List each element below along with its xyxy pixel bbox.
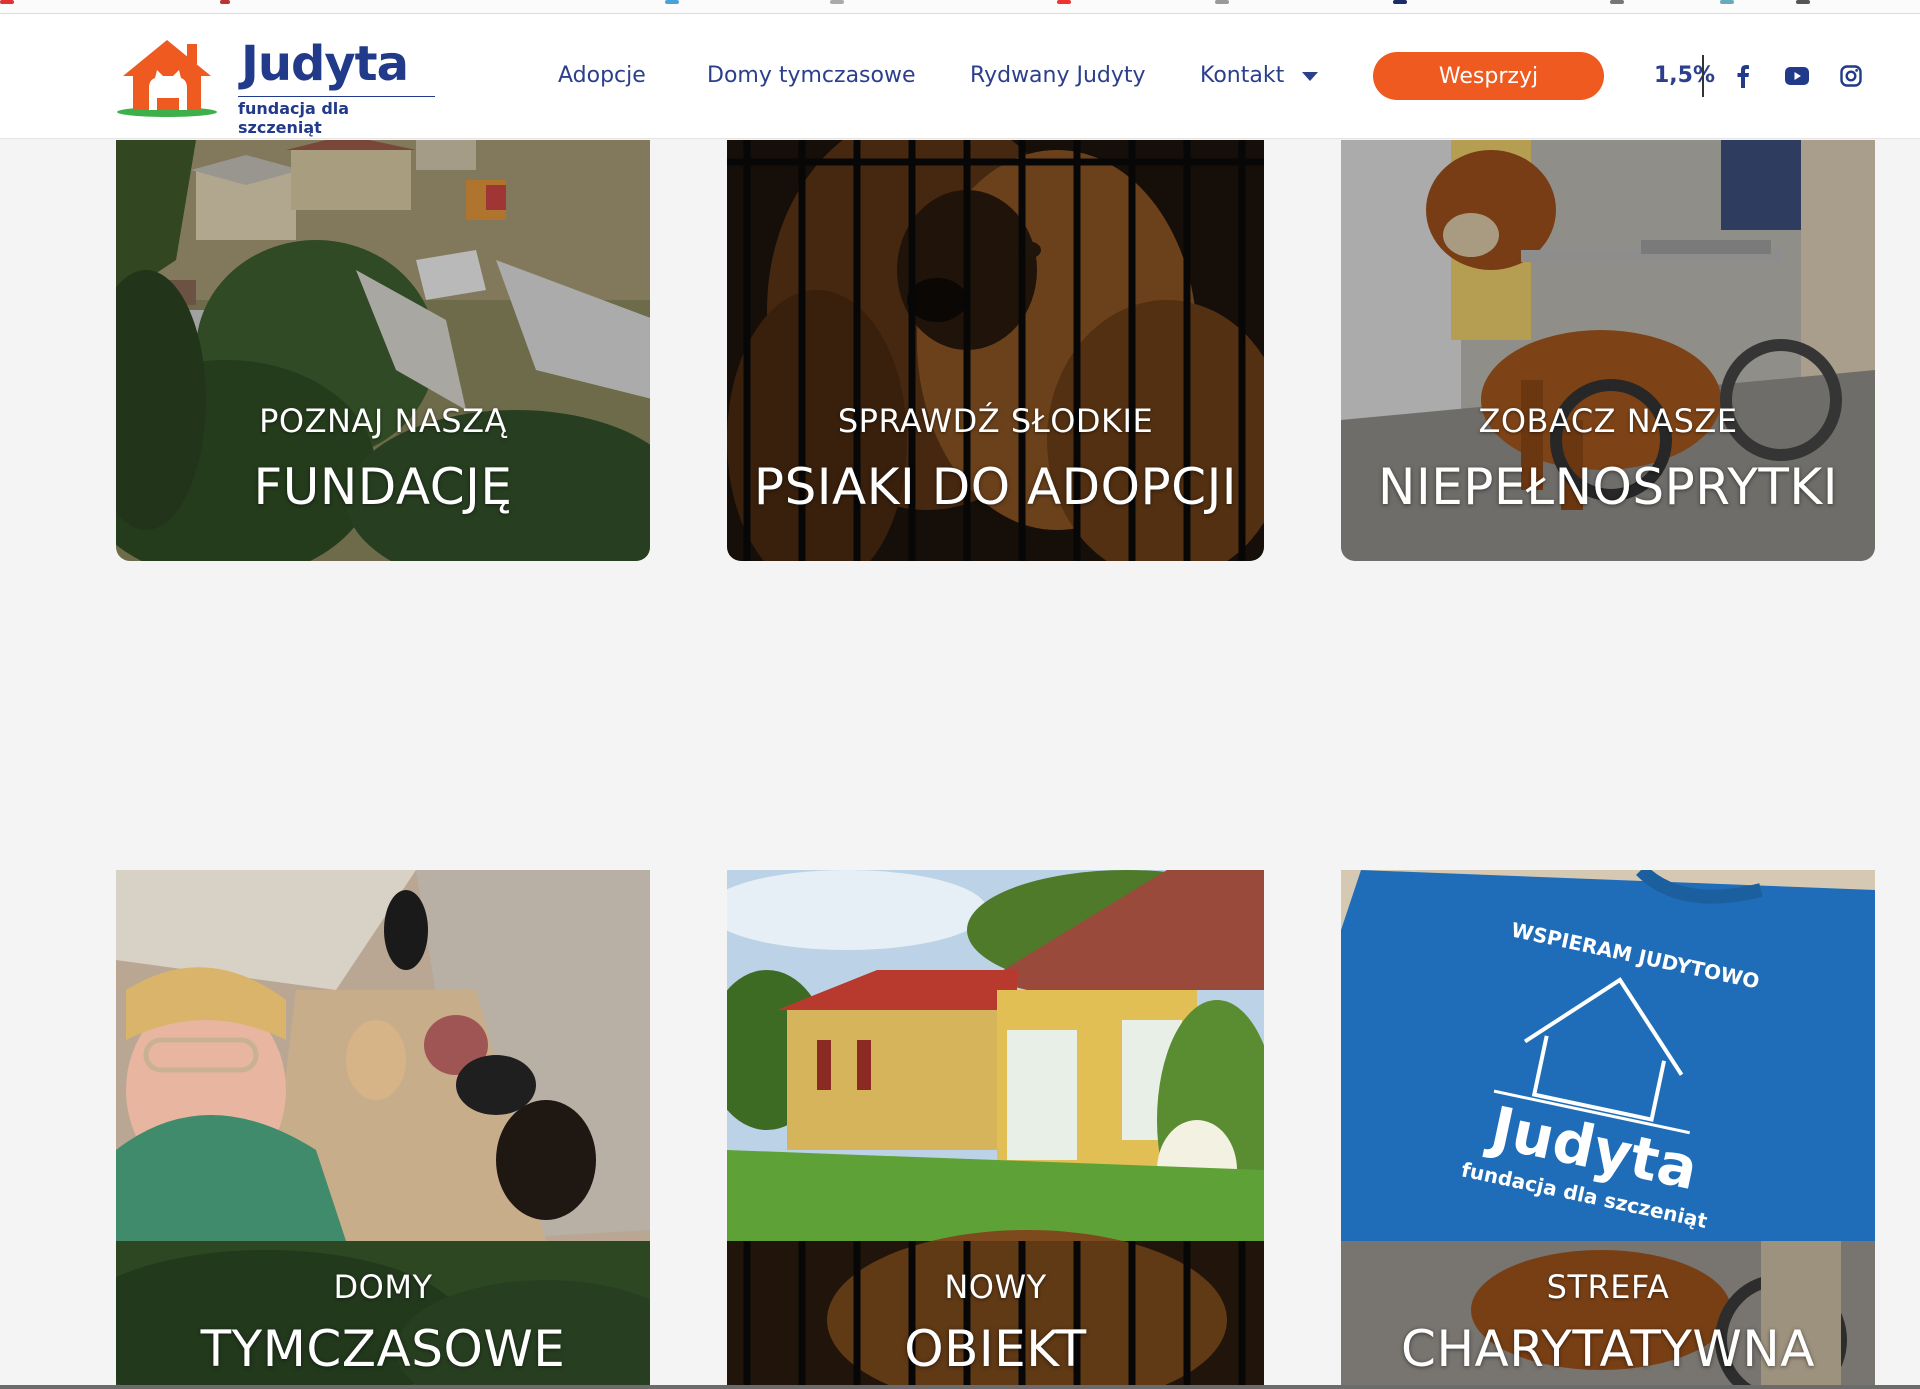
tile-big-label: TYMCZASOWE	[200, 1320, 566, 1378]
tab-indicator	[0, 0, 14, 4]
tile-big-label: OBIEKT	[904, 1320, 1087, 1378]
tile-small-label: POZNAJ NASZĄ	[259, 402, 507, 440]
site-header: Judyta fundacja dla szczeniąt Adopcje Do…	[0, 14, 1920, 139]
support-button[interactable]: Wesprzyj	[1373, 52, 1604, 100]
tile-small-label: NOWY	[944, 1268, 1047, 1306]
bookmark-icon[interactable]	[1215, 0, 1229, 4]
text-cursor	[1702, 55, 1704, 97]
bookmark-icon[interactable]	[1057, 0, 1071, 4]
tile-small-label: ZOBACZ NASZE	[1478, 402, 1738, 440]
chevron-down-icon[interactable]	[1302, 72, 1318, 81]
tile-nowy-obiekt[interactable]: NOWY OBIEKT	[727, 870, 1264, 1389]
tile-strefa-charytatywna[interactable]: WSPIERAM JUDYTOWO Judyta fundacja dla sz…	[1341, 870, 1875, 1389]
tile-small-label: DOMY	[333, 1268, 433, 1306]
logo-house-icon	[117, 40, 217, 117]
tile-big-label: PSIAKI DO ADOPCJI	[753, 458, 1238, 516]
bookmark-icon[interactable]	[1720, 0, 1734, 4]
logo-title: Judyta	[241, 36, 409, 92]
tile-big-label: CHARYTATYWNA	[1401, 1320, 1815, 1378]
bookmark-icon[interactable]	[220, 0, 230, 4]
youtube-icon[interactable]	[1783, 62, 1811, 90]
tile-big-label: NIEPEŁNOSPRYTKI	[1378, 458, 1838, 516]
nav-rydwany-judyty[interactable]: Rydwany Judyty	[970, 63, 1146, 88]
percent-tax-link[interactable]: 1,5%	[1654, 63, 1715, 88]
bookmark-icon[interactable]	[1796, 0, 1810, 4]
tile-big-label: FUNDACJĘ	[253, 458, 513, 516]
bookmark-icon[interactable]	[1610, 0, 1624, 4]
tile-niepelnosprytki[interactable]: ZOBACZ NASZE NIEPEŁNOSPRYTKI	[1341, 140, 1875, 561]
facebook-icon[interactable]	[1729, 62, 1757, 90]
tile-psiaki-do-adopcji[interactable]: SPRAWDŹ SŁODKIE PSIAKI DO ADOPCJI	[727, 140, 1264, 561]
browser-toolbar-strip	[0, 0, 1920, 14]
site-logo[interactable]: Judyta fundacja dla szczeniąt	[115, 34, 435, 137]
bookmark-icon[interactable]	[665, 0, 679, 4]
logo-subtitle: fundacja dla szczeniąt	[238, 96, 435, 137]
nav-domy-tymczasowe[interactable]: Domy tymczasowe	[707, 63, 916, 88]
instagram-icon[interactable]	[1837, 62, 1865, 90]
tile-small-label: SPRAWDŹ SŁODKIE	[837, 402, 1154, 440]
bottom-edge-line	[0, 1385, 1920, 1389]
tile-fundacja[interactable]: POZNAJ NASZĄ FUNDACJĘ	[116, 140, 650, 561]
nav-adopcje[interactable]: Adopcje	[558, 63, 646, 88]
bookmark-icon[interactable]	[1393, 0, 1407, 4]
tile-small-label: STREFA	[1546, 1268, 1670, 1306]
nav-kontakt[interactable]: Kontakt	[1200, 63, 1284, 88]
bookmark-icon[interactable]	[830, 0, 844, 4]
tile-domy-tymczasowe[interactable]: DOMY TYMCZASOWE	[116, 870, 650, 1389]
